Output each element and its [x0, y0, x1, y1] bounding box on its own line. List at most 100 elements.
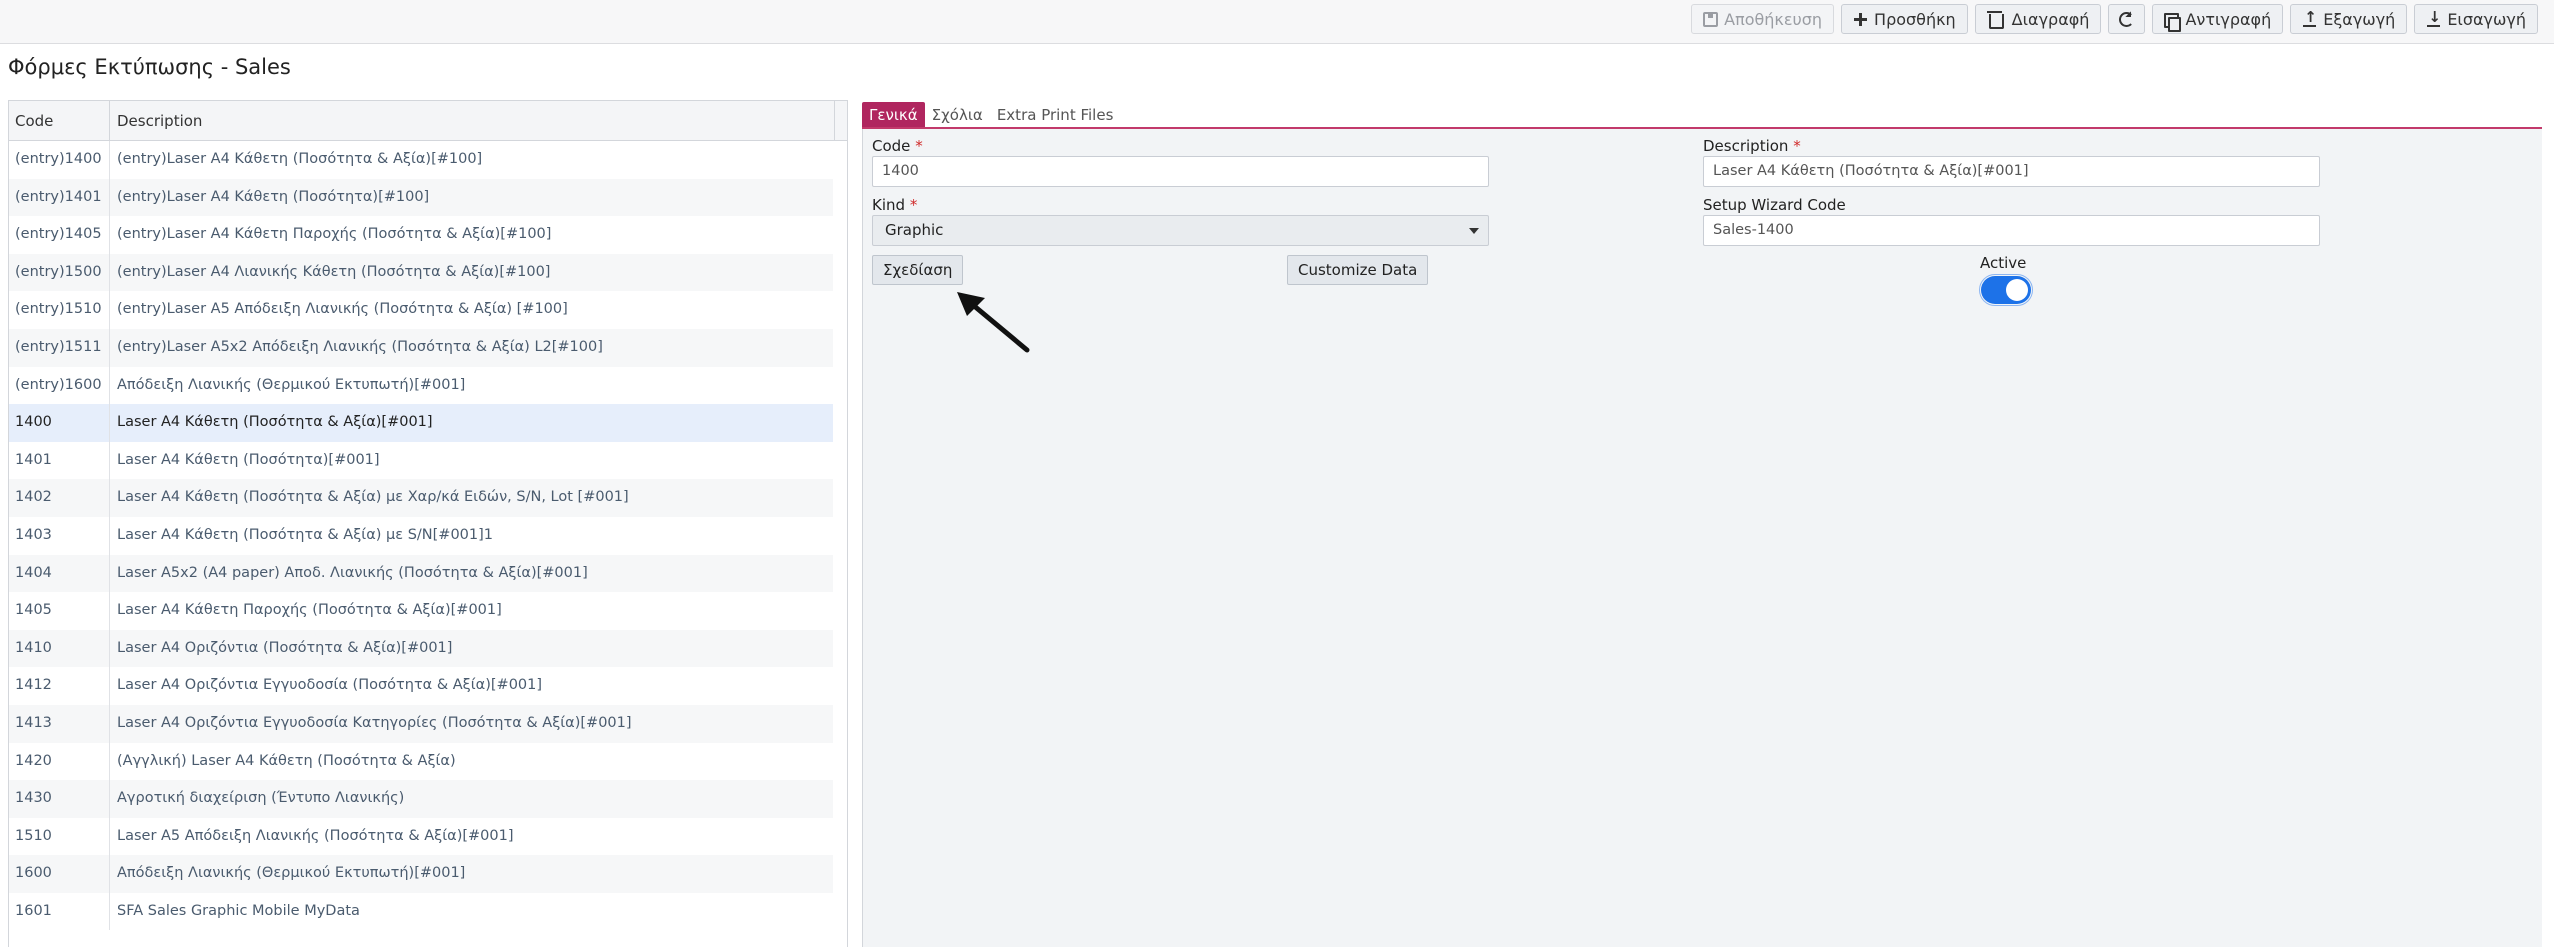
add-button[interactable]: Προσθήκη [1841, 4, 1968, 34]
detail-tabs: Γενικά Σχόλια Extra Print Files [862, 102, 1120, 128]
code-input[interactable]: 1400 [872, 156, 1489, 187]
code-required-mark: * [915, 137, 923, 155]
kind-label-text: Kind [872, 196, 906, 214]
cell-description: (entry)Laser A4 Κάθετη Παροχής (Ποσότητα… [117, 226, 552, 243]
column-header-description[interactable]: Description [110, 101, 835, 140]
page-title: Φόρμες Εκτύπωσης - Sales [8, 55, 291, 79]
table-row[interactable]: 1420 (Αγγλική) Laser A4 Κάθετη (Ποσότητα … [9, 742, 833, 781]
tab-comments[interactable]: Σχόλια [925, 102, 990, 128]
cell-code: (entry)1600 [9, 366, 110, 405]
cell-description: (Αγγλική) Laser A4 Κάθετη (Ποσότητα & Αξ… [117, 752, 456, 769]
cell-description: Απόδειξη Λιανικής (Θερμικού Εκτυπωτή)[#0… [117, 865, 466, 882]
table-row[interactable]: (entry)1401 (entry)Laser A4 Κάθετη (Ποσότ… [9, 178, 833, 217]
cell-description: Laser A4 Κάθετη (Ποσότητα & Αξία) με S/N… [117, 526, 494, 543]
table-row[interactable]: 1410 Laser A4 Οριζόντια (Ποσότητα & Αξία)… [9, 629, 833, 668]
pointer-arrow-icon [957, 292, 1030, 353]
table-row[interactable]: 1413 Laser A4 Οριζόντια Εγγυοδοσία Κατηγο… [9, 704, 833, 743]
copy-button[interactable]: Αντιγραφή [2152, 4, 2284, 34]
print-forms-grid: Code Description (entry)1400 (entry)Laser… [8, 100, 848, 947]
tab-general[interactable]: Γενικά [862, 102, 925, 128]
chevron-down-icon [1469, 228, 1479, 234]
table-row[interactable]: (entry)1510 (entry)Laser A5 Απόδειξη Λιαν… [9, 291, 833, 329]
cell-description: Laser A4 Οριζόντια Εγγυοδοσία Κατηγορίες… [117, 714, 632, 731]
table-row[interactable]: (entry)1511 (entry)Laser A5x2 Απόδειξη Λι… [9, 328, 833, 367]
table-row[interactable]: 1401 Laser A4 Κάθετη (Ποσότητα)[#001] [9, 441, 833, 480]
table-row[interactable]: (entry)1600 Απόδειξη Λιανικής (Θερμικού Ε… [9, 366, 833, 405]
customize-data-button[interactable]: Customize Data [1287, 255, 1429, 285]
kind-label: Kind * [872, 196, 917, 214]
cell-code: (entry)1500 [9, 253, 110, 292]
cell-code: (entry)1511 [9, 328, 110, 367]
cell-code: 1400 [9, 404, 110, 442]
cell-description: Laser A4 Οριζόντια Εγγυοδοσία (Ποσότητα … [117, 677, 543, 694]
cell-description: (entry)Laser A5 Απόδειξη Λιανικής (Ποσότ… [117, 301, 568, 318]
export-button[interactable]: Εξαγωγή [2290, 4, 2408, 34]
download-icon [2426, 8, 2441, 27]
table-row[interactable]: 1430 Αγροτική διαχείριση (Έντυπο Λιανικής… [9, 780, 833, 818]
cell-code: 1405 [9, 592, 110, 630]
design-button[interactable]: Σχεδίαση [872, 255, 964, 285]
cell-code: 1404 [9, 554, 110, 593]
top-toolbar: Αποθήκευση Προσθήκη Διαγραφή Αντιγραφή Ε… [0, 0, 2554, 44]
table-row[interactable]: (entry)1405 (entry)Laser A4 Κάθετη Παροχή… [9, 216, 833, 254]
cell-description: SFA Sales Graphic Mobile MyData [117, 902, 360, 919]
import-button[interactable]: Εισαγωγή [2414, 4, 2538, 34]
column-header-code[interactable]: Code [9, 101, 110, 140]
cell-code: 1510 [9, 817, 110, 856]
description-required-mark: * [1793, 137, 1801, 155]
grid-header: Code Description [9, 101, 847, 141]
kind-required-mark: * [909, 196, 918, 214]
save-icon [1703, 11, 1719, 27]
table-row[interactable]: 1400 Laser A4 Κάθετη (Ποσότητα & Αξία)[#0… [9, 404, 833, 442]
delete-button[interactable]: Διαγραφή [1974, 4, 2102, 34]
cell-code: 1601 [9, 892, 110, 931]
cell-code: 1410 [9, 629, 110, 668]
kind-select[interactable]: Graphic [872, 215, 1489, 246]
table-row[interactable]: (entry)1500 (entry)Laser A4 Λιανικής Κάθε… [9, 253, 833, 292]
active-label: Active [1980, 254, 2027, 272]
refresh-icon [2119, 11, 2135, 27]
description-label-text: Description [1703, 137, 1789, 155]
wizard-code-label: Setup Wizard Code [1703, 196, 1846, 214]
cell-description: Laser A4 Κάθετη (Ποσότητα & Αξία) με Χαρ… [117, 489, 629, 506]
table-row[interactable]: 1402 Laser A4 Κάθετη (Ποσότητα & Αξία) με… [9, 479, 833, 517]
tab-extra-print-files[interactable]: Extra Print Files [990, 102, 1121, 128]
table-row[interactable]: 1403 Laser A4 Κάθετη (Ποσότητα & Αξία) με… [9, 516, 833, 555]
cell-code: 1413 [9, 704, 110, 743]
code-label: Code * [872, 137, 923, 155]
table-row[interactable]: 1412 Laser A4 Οριζόντια Εγγυοδοσία (Ποσότ… [9, 667, 833, 705]
cell-description: Laser A4 Οριζόντια (Ποσότητα & Αξία)[#00… [117, 639, 453, 656]
table-row[interactable]: (entry)1400 (entry)Laser A4 Κάθετη (Ποσότ… [9, 141, 833, 179]
detail-panel: Code * 1400 Description * Laser A4 Κάθετ… [862, 129, 2542, 947]
cell-description: Απόδειξη Λιανικής (Θερμικού Εκτυπωτή)[#0… [117, 376, 466, 393]
table-row[interactable]: 1404 Laser A5x2 (A4 paper) Αποδ. Λιανικής… [9, 554, 833, 593]
kind-select-value: Graphic [885, 221, 944, 239]
cell-description: (entry)Laser A4 Κάθετη (Ποσότητα & Αξία)… [117, 151, 483, 167]
cell-code: 1430 [9, 780, 110, 818]
description-input[interactable]: Laser A4 Κάθετη (Ποσότητα & Αξία)[#001] [1703, 156, 2320, 187]
table-row[interactable]: 1601 SFA Sales Graphic Mobile MyData [9, 892, 833, 931]
cell-description: (entry)Laser A4 Κάθετη (Ποσότητα)[#100] [117, 188, 430, 205]
cell-description: Laser A5x2 (A4 paper) Αποδ. Λιανικής (Πο… [117, 564, 588, 581]
trash-icon [1986, 10, 2004, 29]
cell-description: Laser A5 Απόδειξη Λιανικής (Ποσότητα & Α… [117, 827, 514, 844]
plus-icon [1853, 12, 1868, 27]
column-header-spacer [835, 101, 847, 140]
cell-code: 1420 [9, 742, 110, 781]
export-button-label: Εξαγωγή [2323, 9, 2396, 29]
cell-code: (entry)1400 [9, 141, 110, 179]
cell-code: (entry)1510 [9, 291, 110, 329]
save-button[interactable]: Αποθήκευση [1691, 4, 1835, 34]
cell-code: 1403 [9, 516, 110, 555]
wizard-code-input[interactable]: Sales-1400 [1703, 215, 2320, 246]
refresh-button[interactable] [2108, 4, 2146, 34]
cell-description: Laser A4 Κάθετη (Ποσότητα)[#001] [117, 451, 380, 468]
code-label-text: Code [872, 137, 911, 155]
grid-body: (entry)1400 (entry)Laser A4 Κάθετη (Ποσότ… [9, 141, 833, 931]
table-row[interactable]: 1510 Laser A5 Απόδειξη Λιανικής (Ποσότητα… [9, 817, 833, 856]
table-row[interactable]: 1405 Laser A4 Κάθετη Παροχής (Ποσότητα & … [9, 592, 833, 630]
active-toggle[interactable] [1979, 274, 2033, 306]
import-button-label: Εισαγωγή [2447, 9, 2526, 29]
table-row[interactable]: 1600 Απόδειξη Λιανικής (Θερμικού Εκτυπωτή… [9, 855, 833, 893]
cell-code: 1402 [9, 479, 110, 517]
